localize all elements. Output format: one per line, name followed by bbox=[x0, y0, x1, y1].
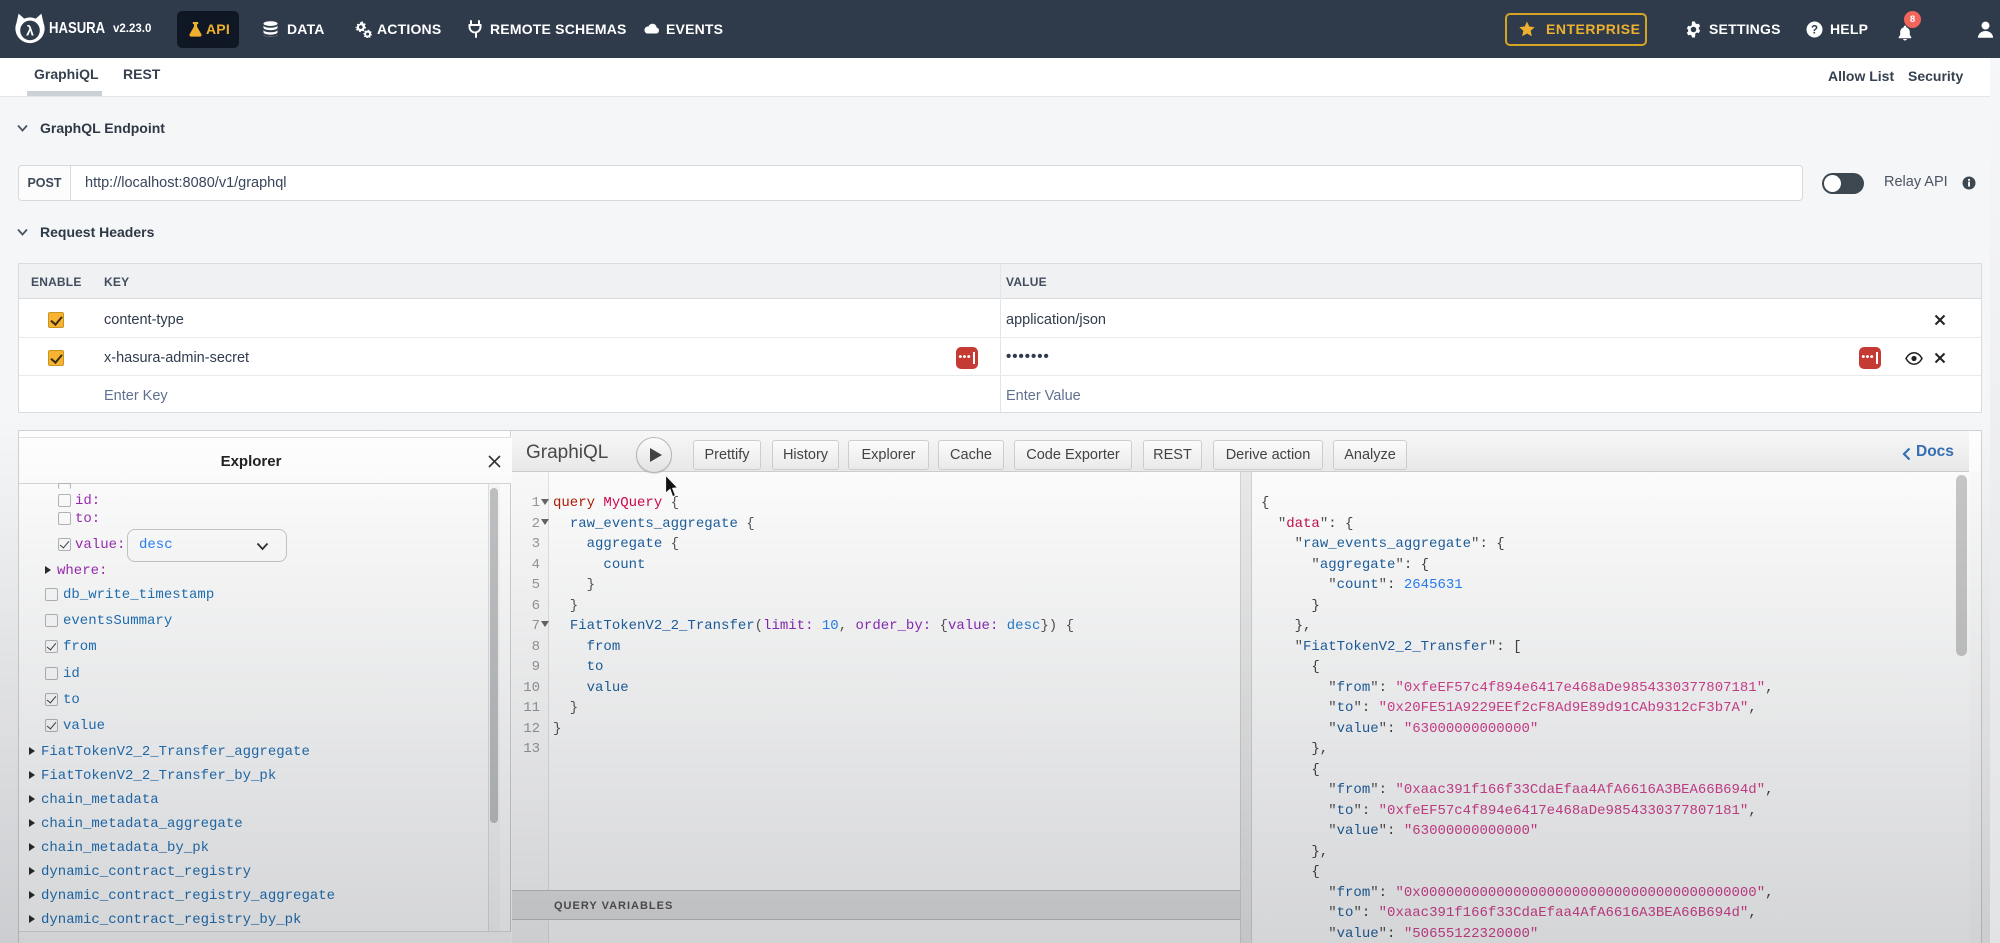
svg-text:?: ? bbox=[1811, 25, 1818, 37]
svg-text:λ: λ bbox=[26, 22, 34, 38]
